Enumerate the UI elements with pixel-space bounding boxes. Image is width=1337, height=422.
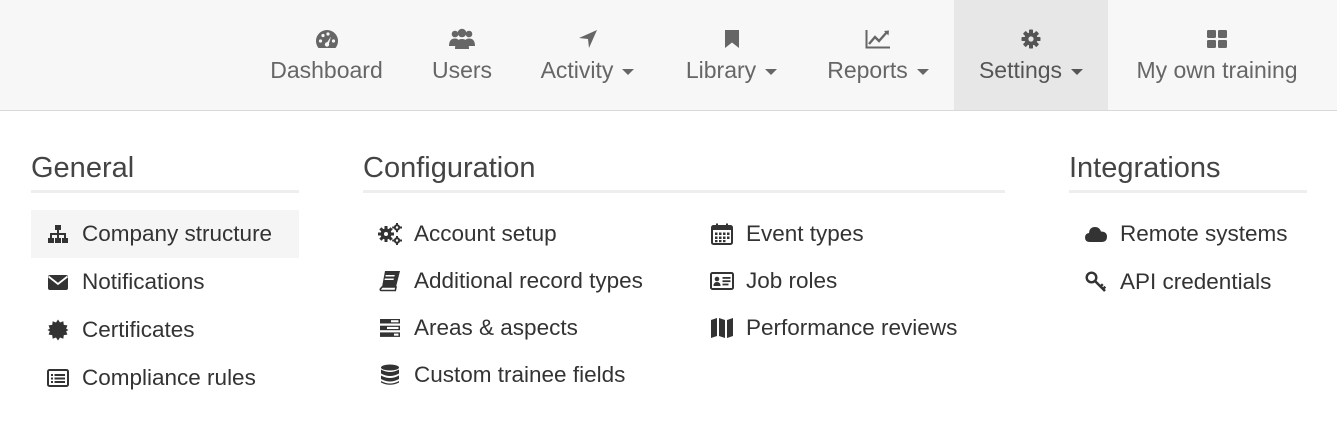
menu-additional-record-types-label: Additional record types [414, 268, 643, 293]
menu-certificates[interactable]: Certificates [31, 306, 195, 354]
tasks-icon [378, 316, 402, 340]
menu-certificates-label: Certificates [82, 317, 195, 342]
general-divider [31, 190, 299, 193]
menu-custom-trainee-fields[interactable]: Custom trainee fields [363, 351, 625, 399]
map-icon [710, 316, 734, 340]
menu-event-types-label: Event types [746, 221, 864, 246]
database-icon [378, 363, 402, 387]
nav-my-own-training-label: My own training [1136, 57, 1298, 83]
list-alt-icon [46, 366, 70, 390]
menu-account-setup-label: Account setup [414, 221, 557, 246]
menu-remote-systems-label: Remote systems [1120, 221, 1288, 246]
menu-api-credentials-label: API credentials [1120, 269, 1272, 294]
menu-compliance-rules-label: Compliance rules [82, 365, 256, 390]
line-chart-icon [865, 27, 891, 51]
id-card-icon [710, 269, 734, 293]
menu-event-types[interactable]: Event types [695, 210, 864, 258]
menu-notifications[interactable]: Notifications [31, 258, 205, 306]
nav-my-own-training[interactable]: My own training [1118, 0, 1316, 110]
menu-performance-reviews[interactable]: Performance reviews [695, 304, 957, 352]
book-icon [378, 269, 402, 293]
gear-icon [1021, 27, 1041, 51]
menu-company-structure-label: Company structure [82, 221, 273, 246]
menu-company-structure[interactable]: Company structure [31, 210, 299, 258]
nav-library-label: Library [685, 57, 757, 83]
menu-api-credentials[interactable]: API credentials [1069, 258, 1271, 306]
cogs-icon [378, 222, 402, 246]
integrations-heading: Integrations [1069, 152, 1221, 184]
nav-reports-label: Reports [827, 57, 908, 83]
menu-job-roles-label: Job roles [746, 268, 838, 293]
general-heading: General [31, 152, 135, 184]
grid-icon [1206, 27, 1228, 51]
nav-settings[interactable]: Settings [954, 0, 1108, 110]
cloud-icon [1084, 222, 1108, 246]
configuration-heading: Configuration [363, 152, 536, 184]
menu-areas-aspects-label: Areas & aspects [414, 315, 578, 340]
menu-account-setup[interactable]: Account setup [363, 210, 557, 258]
chevron-down-icon [765, 68, 778, 75]
menu-additional-record-types[interactable]: Additional record types [363, 257, 643, 305]
nav-activity[interactable]: Activity [525, 0, 650, 110]
menu-remote-systems[interactable]: Remote systems [1069, 210, 1288, 258]
top-navbar: Dashboard Users Activity Library Reports… [0, 0, 1337, 111]
calendar-icon [710, 222, 734, 246]
menu-job-roles[interactable]: Job roles [695, 257, 837, 305]
nav-dashboard[interactable]: Dashboard [254, 0, 399, 110]
sitemap-icon [46, 222, 70, 246]
nav-activity-label: Activity [540, 57, 614, 83]
location-arrow-icon [578, 27, 598, 51]
bookmark-icon [724, 27, 740, 51]
nav-users-label: Users [431, 57, 493, 83]
key-icon [1084, 270, 1108, 294]
menu-notifications-label: Notifications [82, 269, 205, 294]
nav-settings-label: Settings [978, 57, 1063, 83]
nav-reports[interactable]: Reports [812, 0, 944, 110]
nav-dashboard-label: Dashboard [270, 57, 383, 83]
users-icon [449, 27, 475, 51]
chevron-down-icon [1071, 68, 1084, 75]
nav-users[interactable]: Users [414, 0, 510, 110]
menu-areas-aspects[interactable]: Areas & aspects [363, 304, 578, 352]
integrations-divider [1069, 190, 1307, 193]
chevron-down-icon [622, 68, 635, 75]
menu-performance-reviews-label: Performance reviews [746, 315, 958, 340]
dashboard-icon [315, 27, 339, 51]
configuration-divider [363, 190, 1005, 193]
menu-custom-trainee-fields-label: Custom trainee fields [414, 362, 626, 387]
nav-library[interactable]: Library [669, 0, 794, 110]
menu-compliance-rules[interactable]: Compliance rules [31, 354, 256, 402]
chevron-down-icon [916, 68, 929, 75]
certificate-icon [46, 318, 70, 342]
envelope-icon [46, 270, 70, 294]
